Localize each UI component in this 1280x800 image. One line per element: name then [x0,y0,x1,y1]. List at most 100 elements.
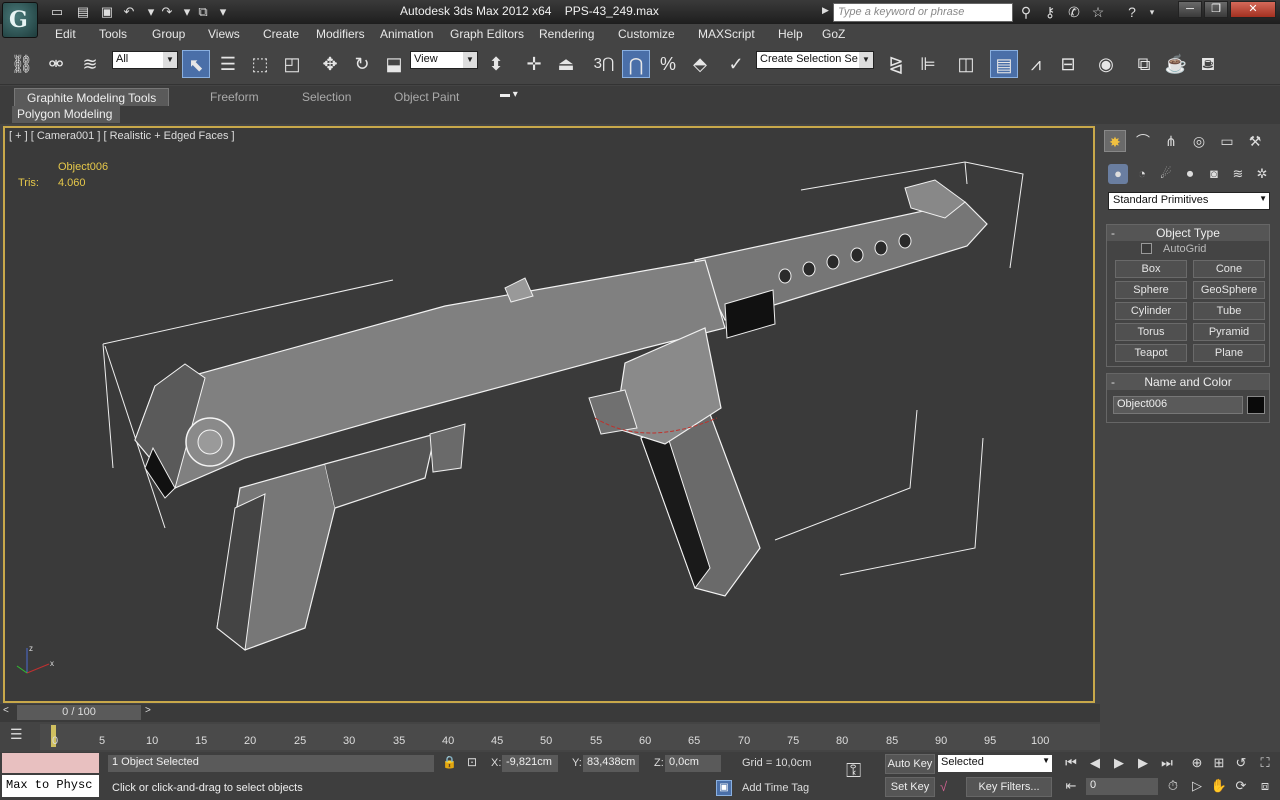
scale-icon[interactable]: ⬓ [380,50,408,78]
time-slider-next-icon[interactable]: > [145,705,151,716]
sphere-button[interactable]: Sphere [1115,281,1187,299]
maxscript-mini-listener[interactable]: Max to Physc [2,775,99,797]
binoculars-icon[interactable]: ⚲ [1016,3,1036,21]
space-warps-icon[interactable]: ≋ [1228,164,1248,184]
menu-modifiers[interactable]: Modifiers [316,27,365,41]
display-tab-icon[interactable]: ▭ [1216,130,1238,152]
current-frame-field[interactable]: 0 [1086,778,1158,795]
select-object-icon[interactable]: ⬉ [182,50,210,78]
quick-access-dropdown-icon[interactable]: ▾ [214,3,232,20]
pyramid-button[interactable]: Pyramid [1193,323,1265,341]
graphite-toggle-icon[interactable]: ▤ [990,50,1018,78]
menu-graph-editors[interactable]: Graph Editors [450,27,524,41]
menu-edit[interactable]: Edit [55,27,76,41]
hierarchy-tab-icon[interactable]: ⋔ [1160,130,1182,152]
utilities-tab-icon[interactable]: ⚒ [1244,130,1266,152]
previous-frame-icon[interactable]: ◀ [1084,754,1106,772]
shapes-icon[interactable]: ◔ [1132,164,1152,184]
tab-graphite-modeling-tools[interactable]: Graphite Modeling Tools [14,88,170,106]
auto-key-button[interactable]: Auto Key [885,754,935,774]
time-configuration-icon[interactable]: ⏱ [1162,777,1184,795]
menu-create[interactable]: Create [263,27,299,41]
menu-animation[interactable]: Animation [380,27,433,41]
object-color-swatch[interactable] [1247,396,1265,414]
cameras-icon[interactable]: ⏺ [1180,164,1200,184]
key-tangent-icon[interactable]: √ [940,779,947,794]
help-icon[interactable]: ? [1122,3,1142,21]
link-icon[interactable]: ⛓ [8,50,36,78]
maximize-viewport-icon[interactable]: ⧈ [1254,777,1276,795]
orbit-icon[interactable]: ↺ [1230,754,1252,772]
helpers-icon[interactable]: ◙ [1204,164,1224,184]
systems-icon[interactable]: ✲ [1252,164,1272,184]
search-input[interactable]: Type a keyword or phrase [833,3,1013,22]
rendered-frame-window-icon[interactable]: ☕ [1162,50,1190,78]
field-of-view-icon[interactable]: ⛶ [1254,754,1276,772]
absolute-mode-icon[interactable]: ⊡ [467,755,477,769]
geosphere-button[interactable]: GeoSphere [1193,281,1265,299]
menu-help[interactable]: Help [778,27,803,41]
maximize-button[interactable]: ❐ [1204,1,1228,18]
box-button[interactable]: Box [1115,260,1187,278]
menu-maxscript[interactable]: MAXScript [698,27,755,41]
z-coordinate-field[interactable]: 0,0cm [665,755,721,772]
menu-views[interactable]: Views [208,27,240,41]
add-time-tag-button[interactable]: Add Time Tag [742,782,809,794]
name-and-color-header[interactable]: - Name and Color [1107,374,1269,390]
spinner-snap-icon[interactable]: ⬘ [686,50,714,78]
curve-editor-icon[interactable]: ⩘ [1022,50,1050,78]
bind-space-warp-icon[interactable]: ≋ [76,50,104,78]
geometry-icon[interactable]: ● [1108,164,1128,184]
perspective-viewport[interactable]: [ + ] [ Camera001 ] [ Realistic + Edged … [3,126,1095,703]
undo-icon[interactable]: ↶ [120,3,138,20]
rotate-icon[interactable]: ↻ [348,50,376,78]
render-setup-icon[interactable]: ⧉ [1130,50,1158,78]
x-coordinate-field[interactable]: -9,821cm [502,755,558,772]
object-name-field[interactable]: Object006 [1113,396,1243,414]
key-mode-dropdown[interactable]: Selected ▼ [938,755,1052,772]
render-production-icon[interactable]: ⛾ [1194,50,1222,78]
autogrid-checkbox[interactable] [1141,243,1152,254]
tube-button[interactable]: Tube [1193,302,1265,320]
time-slider-prev-icon[interactable]: < [3,705,9,716]
favorites-star-icon[interactable]: ☆ [1088,3,1108,21]
minimize-button[interactable]: ─ [1178,1,1202,18]
menu-goz[interactable]: GoZ [822,27,845,41]
close-button[interactable]: ✕ [1230,1,1276,18]
save-icon[interactable]: ▣ [98,3,116,20]
tab-freeform[interactable]: Freeform [198,88,271,106]
maxscript-listener-result[interactable] [2,753,99,773]
project-folder-icon[interactable]: ⧉ [194,3,212,20]
y-coordinate-field[interactable]: 83,438cm [583,755,639,772]
pan-view-icon[interactable]: ✋ [1208,777,1230,795]
app-menu-button[interactable]: G [2,2,38,38]
pivot-center-icon[interactable]: ⬍ [482,50,510,78]
help-dropdown-icon[interactable]: ▾ [1142,3,1162,21]
redo-icon[interactable]: ↷ [158,3,176,20]
open-icon[interactable]: ▤ [74,3,92,20]
cylinder-button[interactable]: Cylinder [1115,302,1187,320]
object-type-header[interactable]: - Object Type [1107,225,1269,241]
menu-tools[interactable]: Tools [99,27,127,41]
edit-named-selection-icon[interactable]: ✓ [722,50,750,78]
set-key-button[interactable]: Set Key [885,777,935,797]
selection-lock-icon[interactable]: 🔒 [442,755,457,769]
menu-rendering[interactable]: Rendering [539,27,594,41]
modify-tab-icon[interactable]: ⌒ [1132,130,1154,152]
go-to-start-icon[interactable]: ⏮ [1060,754,1082,772]
angle-snap-icon[interactable]: ⋂ [622,50,650,78]
subscription-key-icon[interactable]: ⚷ [1040,3,1060,21]
motion-tab-icon[interactable]: ◎ [1188,130,1210,152]
panel-polygon-modeling[interactable]: Polygon Modeling [12,106,120,123]
named-selection-set-dropdown[interactable]: Create Selection Se ▼ [756,51,874,69]
torus-button[interactable]: Torus [1115,323,1187,341]
gun-model-wireframe[interactable]: z x [5,128,1093,701]
tab-object-paint[interactable]: Object Paint [382,88,471,106]
select-and-manipulate-icon[interactable]: ✛ [520,50,548,78]
percent-snap-icon[interactable]: % [654,50,682,78]
orbit-subobject-icon[interactable]: ⟳ [1230,777,1252,795]
go-to-end-icon[interactable]: ⏭ [1156,754,1178,772]
unlink-icon[interactable]: ⚮ [42,50,70,78]
select-by-name-icon[interactable]: ☰ [214,50,242,78]
ribbon-options-icon[interactable]: ▬ ▾ [500,89,526,103]
